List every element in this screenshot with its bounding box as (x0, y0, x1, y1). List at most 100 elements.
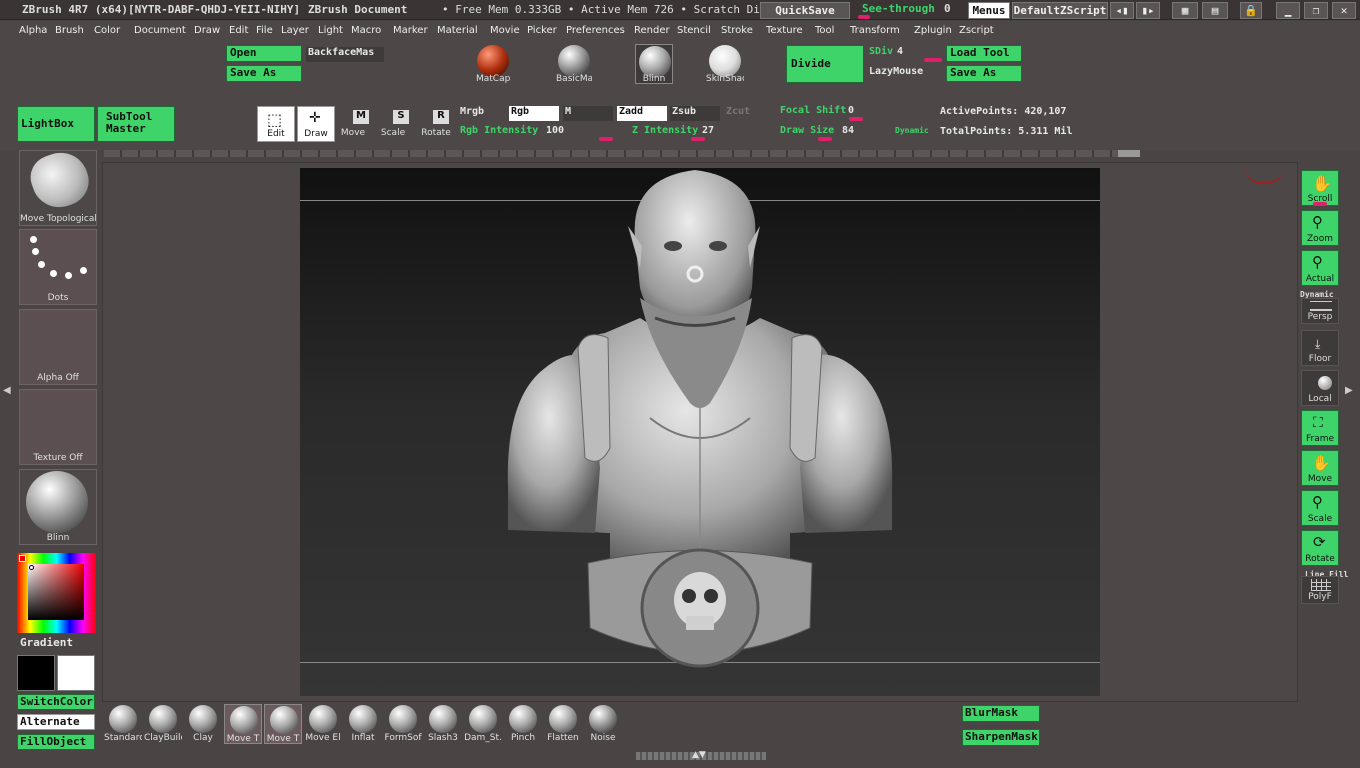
menu-macro[interactable]: Macro (351, 25, 381, 36)
focal-shift-slider[interactable]: Focal Shift 0 (778, 104, 928, 121)
alpha-selector[interactable]: Alpha Off (19, 309, 97, 385)
brush-selector[interactable]: Move Topological (19, 145, 97, 226)
scroll-button[interactable]: ✋ Scroll (1301, 170, 1339, 206)
menu-alpha[interactable]: Alpha (19, 25, 47, 36)
document-scrollbar[interactable] (104, 150, 1140, 157)
color-picker[interactable] (17, 553, 96, 633)
slider-handle[interactable] (858, 15, 870, 19)
gradient-toggle[interactable]: Gradient (20, 636, 73, 649)
menu-texture[interactable]: Texture (766, 25, 803, 36)
scroll-handle[interactable] (1313, 202, 1327, 206)
right-tray-toggle-icon[interactable]: ▶ (1345, 385, 1353, 396)
brush-noise[interactable]: Noise (584, 704, 622, 744)
switch-color-button[interactable]: SwitchColor (17, 694, 95, 710)
document-canvas[interactable] (300, 168, 1100, 696)
color-scheme-icon[interactable]: ▤ (1202, 2, 1228, 19)
sharpen-mask-button[interactable]: SharpenMask (962, 729, 1040, 746)
polyframe-button[interactable]: PolyF (1301, 576, 1339, 604)
draw-size-slider[interactable]: Draw Size 84 Dynamic (778, 124, 936, 141)
z-intensity-slider[interactable]: Z Intensity 27 (630, 124, 770, 141)
zcut-button[interactable]: Zcut (724, 106, 772, 121)
alternate-button[interactable]: Alternate (17, 714, 95, 730)
ui-layout-icon[interactable]: ▦ (1172, 2, 1198, 19)
expand-bottom-tray-icon[interactable]: ▲▼ (692, 750, 706, 760)
menu-preferences[interactable]: Preferences (566, 25, 625, 36)
left-tray-toggle-icon[interactable]: ◀ (3, 385, 11, 396)
lazymouse-button[interactable]: LazyMouse (866, 66, 944, 82)
sdiv-slider-handle[interactable] (924, 58, 942, 62)
material-selector[interactable]: Blinn (19, 469, 97, 545)
menus-button[interactable]: Menus (968, 2, 1010, 19)
menu-zplugin[interactable]: Zplugin (914, 25, 952, 36)
material-matcap[interactable]: MatCap (476, 45, 510, 85)
menu-file[interactable]: File (256, 25, 273, 36)
material-basic[interactable]: BasicMa (556, 45, 592, 85)
orc-bust-model[interactable] (490, 168, 910, 678)
brush-move-elastic[interactable]: Move El (304, 704, 342, 744)
brush-formsoft[interactable]: FormSof (384, 704, 422, 744)
menu-picker[interactable]: Picker (527, 25, 557, 36)
edit-tool-button[interactable]: ⬚ Edit (257, 106, 295, 142)
load-tool-button[interactable]: Load Tool (946, 45, 1022, 62)
sdiv-slider[interactable]: SDiv 4 (866, 45, 944, 63)
rotate-tool-button[interactable]: R Rotate (417, 106, 455, 142)
brush-slash3[interactable]: Slash3 (424, 704, 462, 744)
zoom-button[interactable]: ⚲ Zoom (1301, 210, 1339, 246)
zadd-button[interactable]: Zadd (617, 106, 667, 121)
menu-render[interactable]: Render (634, 25, 670, 36)
floor-button[interactable]: ⤓ Floor (1301, 330, 1339, 366)
saturation-marker[interactable] (29, 565, 34, 570)
scale-view-button[interactable]: ⚲ Scale (1301, 490, 1339, 526)
material-skinshade[interactable]: SkinShac (706, 45, 744, 85)
maximize-icon[interactable]: ❐ (1304, 2, 1328, 19)
open-button[interactable]: Open (226, 45, 302, 62)
menu-stroke[interactable]: Stroke (721, 25, 753, 36)
brush-standard[interactable]: Standarc (104, 704, 142, 744)
secondary-color-swatch[interactable] (57, 655, 95, 691)
layout-prev-icon[interactable]: ◂▮ (1110, 2, 1134, 19)
menu-brush[interactable]: Brush (55, 25, 84, 36)
dynamic-toggle[interactable]: Dynamic (895, 126, 929, 135)
menu-tool[interactable]: Tool (815, 25, 834, 36)
focal-shift-handle[interactable] (849, 117, 863, 121)
mrgb-button[interactable]: Mrgb (458, 106, 506, 121)
lock-icon[interactable]: 🔒 (1240, 2, 1262, 19)
rgb-intensity-handle[interactable] (599, 137, 613, 141)
menu-layer[interactable]: Layer (281, 25, 309, 36)
hue-marker[interactable] (19, 555, 26, 562)
scale-tool-button[interactable]: S Scale (377, 106, 415, 142)
material-blinn[interactable]: Blinn (635, 44, 673, 84)
menu-marker[interactable]: Marker (393, 25, 428, 36)
menu-edit[interactable]: Edit (229, 25, 248, 36)
texture-selector[interactable]: Texture Off (19, 389, 97, 465)
rotate-view-button[interactable]: ⟳ Rotate (1301, 530, 1339, 566)
brush-pinch[interactable]: Pinch (504, 704, 542, 744)
default-zscript-button[interactable]: DefaultZScript (1012, 2, 1108, 19)
draw-tool-button[interactable]: ✛ Draw (297, 106, 335, 142)
menu-document[interactable]: Document (134, 25, 186, 36)
brush-flatten[interactable]: Flatten (544, 704, 582, 744)
z-intensity-handle[interactable] (691, 137, 705, 141)
subtool-master-button[interactable]: SubTool Master (97, 106, 175, 142)
menu-stencil[interactable]: Stencil (677, 25, 711, 36)
local-button[interactable]: Local (1301, 370, 1339, 406)
divide-button[interactable]: Divide (786, 45, 864, 83)
quicksave-button[interactable]: QuickSave (760, 2, 850, 19)
move-tool-button[interactable]: M Move (337, 106, 375, 142)
brush-claybuildup[interactable]: ClayBuilc (144, 704, 182, 744)
blur-mask-button[interactable]: BlurMask (962, 705, 1040, 722)
menu-movie[interactable]: Movie (490, 25, 520, 36)
menu-transform[interactable]: Transform (850, 25, 900, 36)
frame-button[interactable]: ⛶ Frame (1301, 410, 1339, 446)
fill-object-button[interactable]: FillObject (17, 734, 95, 750)
scrollbar-thumb[interactable] (1118, 150, 1140, 157)
save-as-button[interactable]: Save As (226, 65, 302, 82)
rgb-intensity-slider[interactable]: Rgb Intensity 100 (458, 124, 616, 141)
save-as-tool-button[interactable]: Save As (946, 65, 1022, 82)
color-square[interactable] (28, 564, 84, 620)
actual-button[interactable]: ⚲ Actual (1301, 250, 1339, 286)
brush-dam-standard[interactable]: Dam_St. (464, 704, 502, 744)
menu-material[interactable]: Material (437, 25, 478, 36)
primary-color-swatch[interactable] (17, 655, 55, 691)
brush-move-topological-2[interactable]: Move T (264, 704, 302, 744)
